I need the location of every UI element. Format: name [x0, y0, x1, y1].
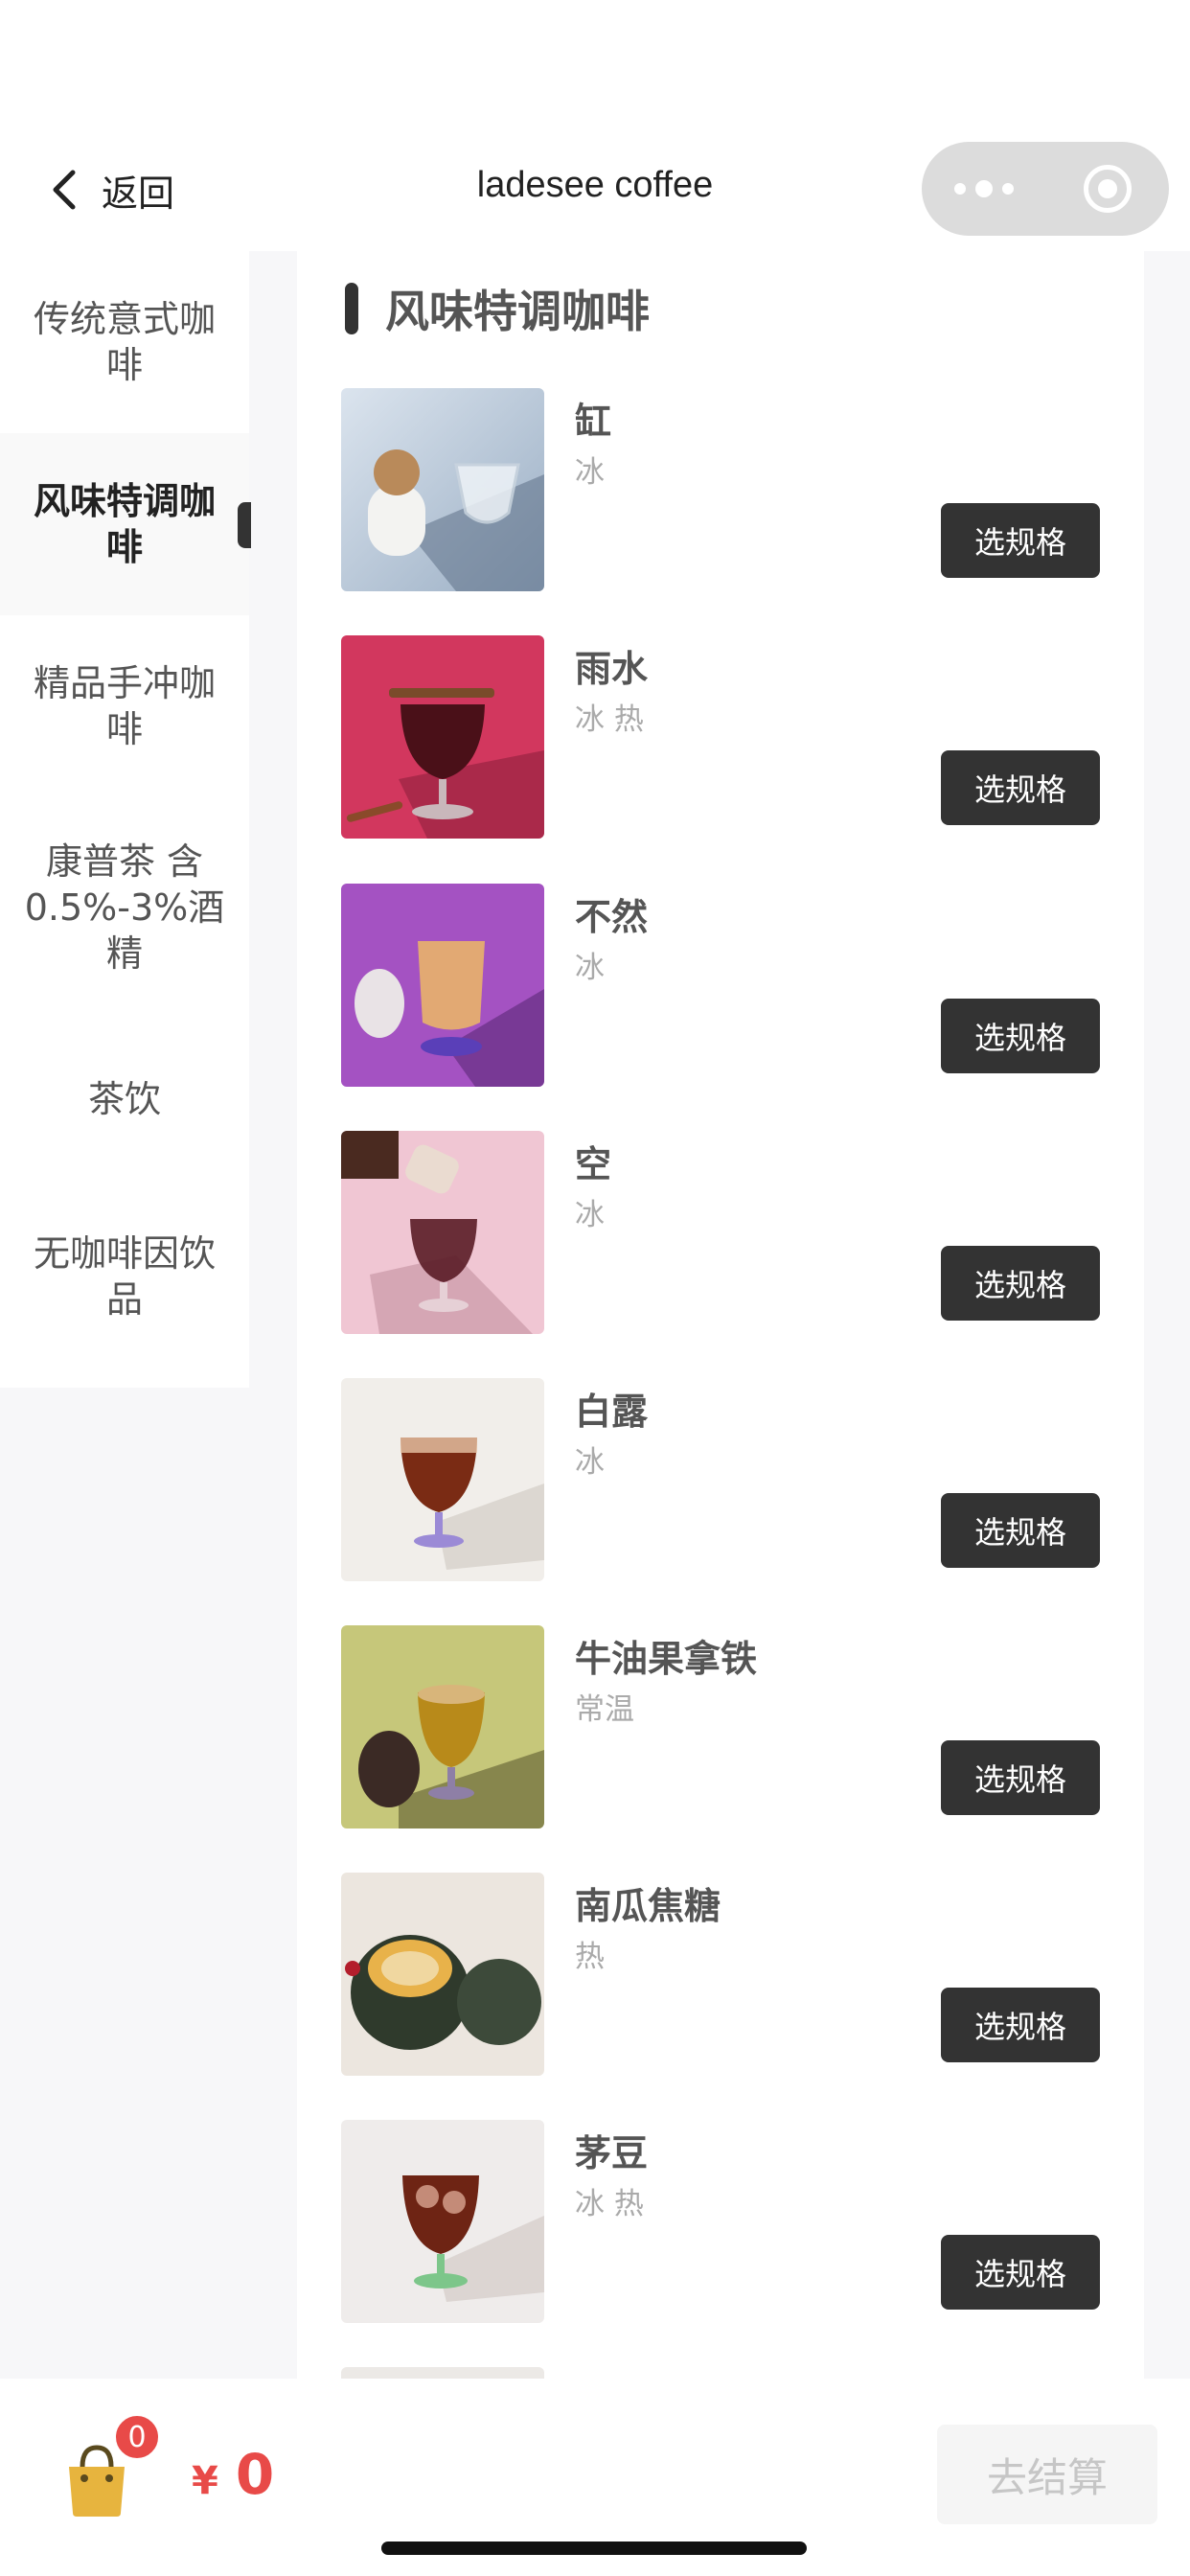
product-temperature: 冰 [575, 1198, 605, 1232]
product-name: 牛油果拿铁 [575, 1638, 758, 1680]
section-header: 风味特调咖啡 [345, 280, 650, 337]
currency-symbol: ¥ [192, 2459, 218, 2503]
product-image [341, 388, 544, 591]
product-item[interactable]: 缸 冰 选规格 [341, 388, 1108, 591]
select-spec-button[interactable]: 选规格 [941, 1493, 1100, 1568]
active-category-indicator [238, 502, 251, 548]
product-item[interactable]: 白露 冰 选规格 [341, 1378, 1108, 1581]
category-item[interactable]: 精品手冲咖啡 [0, 615, 249, 797]
product-item[interactable]: 茅豆 冰 热 选规格 [341, 2120, 1108, 2323]
category-label: 无咖啡因饮品 [33, 1232, 216, 1321]
category-item[interactable]: 传统意式咖啡 [0, 251, 249, 433]
product-name: 茅豆 [575, 2132, 649, 2174]
product-name: 不然 [575, 896, 649, 938]
select-spec-button[interactable]: 选规格 [941, 1246, 1100, 1321]
cart-count-badge: 0 [113, 2413, 161, 2461]
product-temperature: 冰 [575, 1445, 605, 1480]
category-item-active[interactable]: 风味特调咖啡 [0, 433, 249, 615]
product-temperature: 热 [575, 1940, 605, 1974]
product-image [341, 635, 544, 839]
product-temperature: 常温 [575, 1692, 634, 1727]
category-label: 精品手冲咖啡 [33, 662, 216, 750]
close-icon[interactable] [1045, 142, 1169, 236]
product-name: 缸 [575, 401, 612, 443]
product-image [341, 1625, 544, 1828]
product-temperature: 冰 [575, 455, 605, 490]
category-item[interactable]: 茶饮 [0, 1018, 249, 1181]
product-image [341, 1131, 544, 1334]
product-image [341, 1378, 544, 1581]
navigation-bar: 返回 ladesee coffee [0, 0, 1190, 251]
category-label: 茶饮 [87, 1078, 161, 1120]
select-spec-button[interactable]: 选规格 [941, 999, 1100, 1073]
product-temperature: 冰 热 [575, 702, 644, 737]
category-item[interactable]: 无咖啡因饮品 [0, 1181, 249, 1372]
mini-program-capsule [922, 142, 1169, 236]
product-name: 空 [575, 1143, 612, 1185]
more-icon[interactable] [922, 142, 1045, 236]
product-panel[interactable]: 风味特调咖啡 缸 冰 选规格 雨水 冰 热 选规格 不然 冰 选规格 空 冰 选… [297, 251, 1144, 2379]
product-name: 南瓜焦糖 [575, 1885, 721, 1927]
product-item[interactable]: 牛油果拿铁 常温 选规格 [341, 1625, 1108, 1828]
product-temperature: 冰 热 [575, 2187, 644, 2221]
product-image [341, 2120, 544, 2323]
cart-total: ¥ 0 [192, 2442, 274, 2507]
select-spec-button[interactable]: 选规格 [941, 1988, 1100, 2062]
product-image [341, 884, 544, 1087]
select-spec-button[interactable]: 选规格 [941, 750, 1100, 825]
product-item[interactable]: 雨水 冰 热 选规格 [341, 635, 1108, 839]
category-label: 康普茶 含0.5%-3%酒精 [24, 840, 225, 975]
product-image [341, 2367, 544, 2379]
product-temperature: 冰 [575, 951, 605, 985]
product-item[interactable]: 空 冰 选规格 [341, 1131, 1108, 1334]
category-item[interactable]: 康普茶 含0.5%-3%酒精 [0, 797, 249, 1018]
select-spec-button[interactable]: 选规格 [941, 503, 1100, 578]
category-sidebar: 传统意式咖啡 风味特调咖啡 精品手冲咖啡 康普茶 含0.5%-3%酒精 茶饮 无… [0, 251, 251, 1388]
product-image [341, 1873, 544, 2076]
product-item-partial[interactable] [341, 2367, 1108, 2379]
checkout-button[interactable]: 去结算 [937, 2425, 1157, 2524]
product-item[interactable]: 不然 冰 选规格 [341, 884, 1108, 1087]
home-indicator [381, 2542, 807, 2555]
select-spec-button[interactable]: 选规格 [941, 1740, 1100, 1815]
category-label: 风味特调咖啡 [33, 480, 216, 568]
product-item[interactable]: 南瓜焦糖 热 选规格 [341, 1873, 1108, 2076]
cart-bar: 0 ¥ 0 去结算 [0, 2379, 1190, 2576]
select-spec-button[interactable]: 选规格 [941, 2235, 1100, 2310]
section-marker [345, 283, 358, 334]
section-title: 风味特调咖啡 [385, 286, 650, 337]
cart-amount: 0 [235, 2442, 275, 2507]
product-name: 雨水 [575, 648, 649, 690]
category-label: 传统意式咖啡 [33, 298, 216, 386]
product-name: 白露 [575, 1391, 649, 1433]
